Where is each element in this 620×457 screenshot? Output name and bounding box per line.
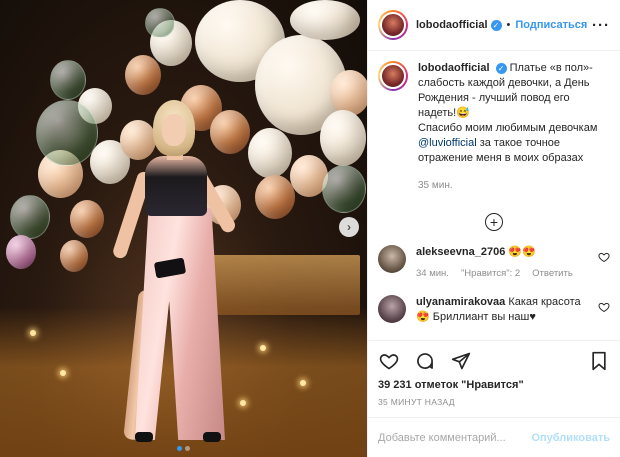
- comment-meta: 34 мин. "Нравится": 2 Ответить: [416, 266, 591, 281]
- comment-text: 😍😍: [508, 246, 536, 258]
- avatar[interactable]: [378, 10, 408, 40]
- comment-username[interactable]: alekseevna_2706: [416, 246, 505, 258]
- candle-light: [300, 380, 306, 386]
- caption-time[interactable]: 35 мин.: [418, 178, 610, 193]
- next-slide-button[interactable]: ›: [339, 217, 359, 237]
- shoe: [135, 432, 153, 442]
- plus-circle-icon[interactable]: +: [485, 213, 503, 231]
- balloon: [248, 128, 292, 178]
- add-comment-bar: Опубликовать: [368, 417, 620, 457]
- balloon: [330, 70, 367, 116]
- balloon: [10, 195, 50, 239]
- reply-button[interactable]: Ответить: [532, 266, 573, 281]
- bodice: [145, 156, 207, 216]
- candle-light: [30, 330, 36, 336]
- balloon: [145, 8, 175, 38]
- comment-time[interactable]: 34 мин.: [416, 266, 449, 281]
- instagram-post: › lobodaofficial ✓ • Подписаться ··· lob…: [0, 0, 620, 457]
- woman-figure: [95, 100, 245, 445]
- caption-avatar[interactable]: [378, 61, 408, 91]
- load-more-comments[interactable]: +: [378, 213, 610, 231]
- caption-username[interactable]: lobodaofficial: [418, 62, 490, 74]
- post-side-panel: lobodaofficial ✓ • Подписаться ··· lobod…: [367, 0, 620, 457]
- verified-badge-icon: ✓: [490, 19, 502, 31]
- follow-button[interactable]: Подписаться: [515, 19, 587, 31]
- balloon: [6, 235, 36, 269]
- shoe: [203, 432, 221, 442]
- post-photo[interactable]: ›: [0, 0, 367, 457]
- header-username[interactable]: lobodaofficial: [416, 19, 488, 31]
- balloon: [320, 110, 366, 166]
- pink-dress: [135, 208, 225, 440]
- plus-glyph: +: [489, 214, 499, 230]
- likes-count[interactable]: 39 231 отметок "Нравится": [378, 379, 610, 391]
- like-comment-heart-icon[interactable]: [598, 301, 610, 313]
- post-actions: 39 231 отметок "Нравится" 35 МИНУТ НАЗАД: [368, 340, 620, 417]
- balloon: [60, 240, 88, 272]
- caption-body: lobodaofficial ✓ Платье «в пол»- слабост…: [418, 61, 610, 193]
- balloon: [255, 175, 295, 219]
- carousel-indicators: [0, 446, 367, 451]
- comment-likes[interactable]: "Нравится": 2: [461, 266, 520, 281]
- like-comment-heart-icon[interactable]: [598, 251, 610, 263]
- comment-username[interactable]: ulyanamirakovaa: [416, 296, 505, 308]
- action-icons: [378, 347, 610, 375]
- verified-badge-icon: ✓: [495, 63, 507, 74]
- comments-area[interactable]: lobodaofficial ✓ Платье «в пол»- слабост…: [368, 51, 620, 340]
- post-timestamp[interactable]: 35 МИНУТ НАЗАД: [378, 397, 610, 407]
- comment-item: alekseevna_2706 😍😍 34 мин. "Нравится": 2…: [378, 245, 610, 281]
- candle-light: [60, 370, 66, 376]
- comment-input[interactable]: [378, 431, 532, 444]
- avatar-image: [380, 12, 406, 38]
- face: [162, 114, 186, 146]
- avatar-image: [380, 63, 406, 89]
- comment-avatar[interactable]: [378, 245, 406, 273]
- share-send-icon[interactable]: [450, 350, 472, 372]
- comment-body: alekseevna_2706 😍😍 34 мин. "Нравится": 2…: [416, 245, 591, 281]
- chevron-right-icon: ›: [347, 220, 351, 234]
- post-header: lobodaofficial ✓ • Подписаться ···: [368, 0, 620, 51]
- candle-light: [260, 345, 266, 351]
- balloon: [36, 100, 98, 166]
- like-heart-icon[interactable]: [378, 350, 400, 372]
- comment-avatar[interactable]: [378, 295, 406, 323]
- separator-dot: •: [506, 19, 511, 31]
- balloon: [322, 165, 366, 213]
- balloon: [125, 55, 161, 95]
- carousel-dot: [177, 446, 182, 451]
- more-options-icon[interactable]: ···: [592, 17, 610, 34]
- comment-bubble-icon[interactable]: [414, 350, 436, 372]
- balloon: [290, 0, 360, 40]
- mention-link[interactable]: @luviofficial: [418, 137, 477, 149]
- carousel-dot: [185, 446, 190, 451]
- publish-button[interactable]: Опубликовать: [531, 432, 610, 444]
- bookmark-icon[interactable]: [588, 350, 610, 372]
- comment-item: ulyanamirakovaa Какая красота 😍 Бриллиан…: [378, 295, 610, 325]
- comment-body: ulyanamirakovaa Какая красота 😍 Бриллиан…: [416, 295, 591, 325]
- caption: lobodaofficial ✓ Платье «в пол»- слабост…: [378, 61, 610, 193]
